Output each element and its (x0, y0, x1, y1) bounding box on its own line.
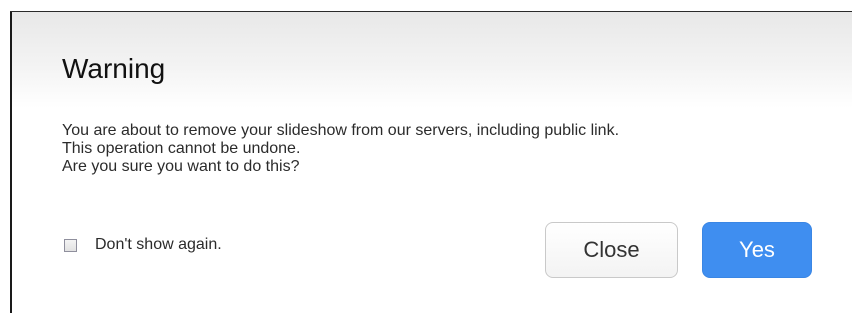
dialog-message: You are about to remove your slideshow f… (62, 122, 619, 176)
message-line: Are you sure you want to do this? (62, 158, 300, 175)
yes-button[interactable]: Yes (702, 222, 812, 278)
dont-show-again-label: Don't show again. (95, 236, 222, 253)
dont-show-again-checkbox[interactable] (64, 238, 77, 252)
message-line: This operation cannot be undone. (62, 140, 301, 157)
dialog-header: Warning (12, 12, 852, 108)
close-button[interactable]: Close (545, 222, 678, 278)
warning-dialog: Warning You are about to remove your sli… (12, 12, 852, 313)
dont-show-again-option[interactable]: Don't show again. (64, 236, 222, 254)
screen: Warning You are about to remove your sli… (0, 0, 852, 313)
message-line: You are about to remove your slideshow f… (62, 122, 620, 139)
dialog-title: Warning (62, 53, 166, 84)
